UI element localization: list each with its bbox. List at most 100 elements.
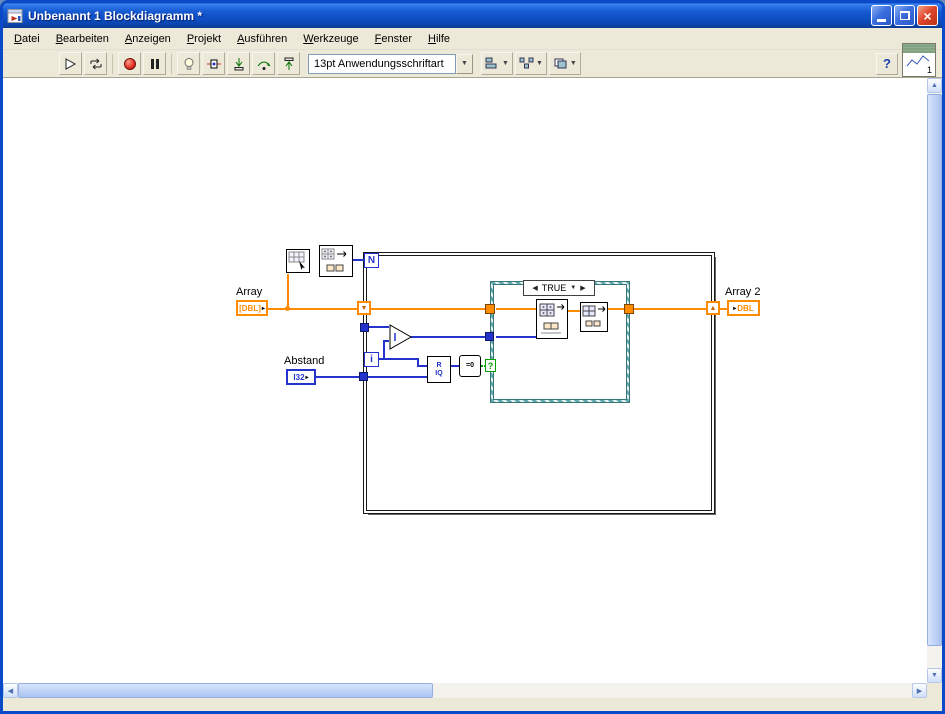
minimize-button[interactable] bbox=[871, 5, 892, 26]
window-title: Unbenannt 1 Blockdiagramm * bbox=[28, 8, 203, 23]
abort-button[interactable] bbox=[118, 52, 141, 75]
menu-ausfuehren[interactable]: Ausführen bbox=[229, 30, 295, 48]
vertical-scrollbar[interactable]: ▲ ▼ bbox=[927, 78, 942, 683]
case-right-orange-tunnel[interactable] bbox=[624, 304, 634, 314]
previous-case-icon[interactable]: ◀ bbox=[532, 284, 537, 292]
block-diagram-canvas[interactable]: R IQ =0 [DBL] ▸ I32 ▸ ▸ DBL N i ▼ ▲ ◀ TR… bbox=[3, 78, 927, 683]
wire-i-output[interactable] bbox=[379, 358, 419, 360]
case-left-blue-tunnel[interactable] bbox=[485, 332, 494, 341]
case-dropdown-icon[interactable]: ▼ bbox=[570, 285, 576, 291]
font-selector-value[interactable]: 13pt Anwendungsschriftart bbox=[308, 53, 456, 74]
selector-question-icon: ? bbox=[487, 360, 494, 371]
menu-hilfe[interactable]: Hilfe bbox=[420, 30, 458, 48]
left-shift-register[interactable]: ▼ bbox=[357, 301, 371, 315]
chevron-down-icon: ▼ bbox=[535, 60, 543, 67]
run-continuous-button[interactable] bbox=[84, 52, 107, 75]
menu-datei[interactable]: Datei bbox=[6, 30, 48, 48]
step-into-button[interactable] bbox=[227, 52, 250, 75]
title-bar[interactable]: Unbenannt 1 Blockdiagramm * × bbox=[3, 3, 942, 28]
close-icon: × bbox=[923, 7, 932, 24]
array-type-label: [DBL] bbox=[239, 303, 261, 313]
wire-shiftreg-to-compare[interactable] bbox=[369, 326, 389, 328]
loop-iteration-terminal[interactable]: i bbox=[364, 352, 379, 367]
abstand-tunnel[interactable] bbox=[359, 372, 368, 381]
wire-abstand-to-quotient[interactable] bbox=[316, 376, 427, 378]
distribute-objects-button[interactable]: ▼ bbox=[514, 52, 547, 75]
menu-fenster[interactable]: Fenster bbox=[367, 30, 420, 48]
wire-case-left[interactable] bbox=[496, 308, 536, 310]
menu-bar: Datei Bearbeiten Anzeigen Projekt Ausfüh… bbox=[3, 28, 942, 50]
equal-to-zero-function[interactable]: =0 bbox=[459, 355, 481, 377]
data-flow-arrow-icon: ▸ bbox=[733, 305, 737, 312]
abstand-label[interactable]: Abstand bbox=[284, 355, 324, 367]
font-selector-dropdown-button[interactable]: ▼ bbox=[456, 53, 473, 74]
horizontal-scrollbar[interactable]: ◀ ▶ bbox=[3, 683, 927, 698]
abstand-control-terminal[interactable]: I32 ▸ bbox=[286, 369, 316, 385]
menu-werkzeuge[interactable]: Werkzeuge bbox=[295, 30, 366, 48]
array-label[interactable]: Array bbox=[236, 286, 262, 298]
vertical-scrollbar-thumb[interactable] bbox=[927, 94, 942, 646]
horizontal-scrollbar-thumb[interactable] bbox=[18, 683, 433, 698]
step-over-button[interactable] bbox=[252, 52, 275, 75]
retain-wire-values-button[interactable] bbox=[202, 52, 225, 75]
menu-bearbeiten[interactable]: Bearbeiten bbox=[48, 30, 117, 48]
labview-block-diagram-window: Unbenannt 1 Blockdiagramm * × Datei Bear… bbox=[0, 0, 945, 714]
case-selector-terminal[interactable]: ? bbox=[485, 359, 496, 372]
wire-loop-to-case[interactable] bbox=[371, 308, 485, 310]
array-control-terminal[interactable]: [DBL] ▸ bbox=[236, 300, 268, 316]
quotient-remainder-function[interactable]: R IQ bbox=[427, 356, 451, 383]
wire-case-right[interactable] bbox=[608, 308, 624, 310]
loop-count-terminal[interactable]: N bbox=[364, 253, 379, 268]
restore-button[interactable] bbox=[894, 5, 915, 26]
insert-into-array-icon[interactable] bbox=[536, 299, 568, 344]
wire-quotient-to-eq0[interactable] bbox=[451, 365, 459, 367]
pause-button[interactable] bbox=[143, 52, 166, 75]
wire-case-index[interactable] bbox=[496, 336, 536, 338]
array2-label[interactable]: Array 2 bbox=[725, 286, 760, 298]
chevron-down-icon: ▼ bbox=[502, 60, 509, 67]
reorder-button[interactable]: ▼ bbox=[548, 52, 581, 75]
wire-case-mid[interactable] bbox=[568, 310, 580, 312]
right-shift-register[interactable]: ▲ bbox=[706, 301, 720, 315]
wire-compare-to-case[interactable] bbox=[411, 336, 487, 338]
highlight-execution-button[interactable] bbox=[177, 52, 200, 75]
toolbar-separator bbox=[112, 53, 113, 74]
wire-i-branch-up[interactable] bbox=[383, 341, 385, 359]
wire-junction-dot bbox=[285, 306, 290, 311]
wire-array-branch-up[interactable] bbox=[287, 274, 289, 310]
wire-arraysize-to-count[interactable] bbox=[353, 259, 364, 261]
scroll-down-icon: ▼ bbox=[931, 672, 938, 679]
reorder-icon bbox=[554, 58, 567, 69]
delete-from-array-icon[interactable] bbox=[580, 302, 608, 337]
case-left-orange-tunnel[interactable] bbox=[485, 304, 495, 314]
scroll-right-button[interactable]: ▶ bbox=[912, 683, 927, 698]
next-case-icon[interactable]: ▶ bbox=[580, 284, 585, 292]
align-objects-button[interactable]: ▼ bbox=[481, 52, 513, 75]
scroll-down-button[interactable]: ▼ bbox=[927, 668, 942, 683]
vi-icon-button[interactable]: 1 bbox=[902, 43, 936, 77]
compare-function[interactable] bbox=[389, 324, 413, 355]
menu-anzeigen[interactable]: Anzeigen bbox=[117, 30, 179, 48]
wire-loop-to-array2[interactable] bbox=[720, 308, 727, 310]
case-selector-label[interactable]: ◀ TRUE ▼ ▶ bbox=[523, 280, 595, 296]
run-icon bbox=[65, 57, 77, 70]
array-size-icon[interactable] bbox=[319, 245, 353, 282]
distribute-objects-icon bbox=[519, 57, 534, 69]
scroll-left-button[interactable]: ◀ bbox=[3, 683, 18, 698]
array2-indicator-terminal[interactable]: ▸ DBL bbox=[727, 300, 760, 316]
stacked-shift-register-element[interactable] bbox=[360, 323, 369, 332]
menu-projekt[interactable]: Projekt bbox=[179, 30, 229, 48]
context-help-button[interactable]: ? bbox=[876, 52, 898, 75]
array-constant-icon[interactable] bbox=[286, 249, 310, 278]
wire-case-to-loopedge[interactable] bbox=[634, 308, 706, 310]
run-button[interactable] bbox=[59, 52, 82, 75]
wire-i-to-quotient[interactable] bbox=[417, 365, 427, 367]
wire-array-to-loop[interactable] bbox=[268, 308, 364, 310]
iteration-label: i bbox=[370, 354, 373, 365]
scroll-up-button[interactable]: ▲ bbox=[927, 78, 942, 93]
case-selector-value[interactable]: TRUE bbox=[542, 283, 567, 293]
step-out-button[interactable] bbox=[277, 52, 300, 75]
font-selector[interactable]: 13pt Anwendungsschriftart ▼ bbox=[308, 53, 473, 74]
chevron-down-icon: ▼ bbox=[461, 60, 468, 67]
close-button[interactable]: × bbox=[917, 5, 938, 26]
